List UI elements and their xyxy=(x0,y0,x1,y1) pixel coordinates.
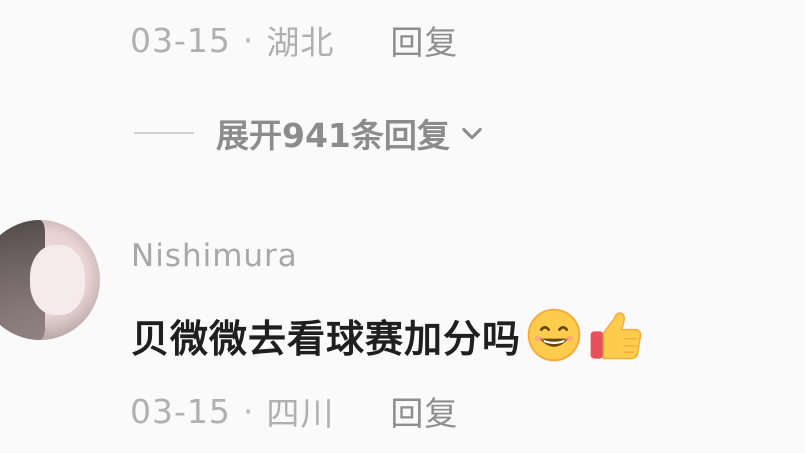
expand-replies-button[interactable]: 展开941条回复 xyxy=(134,108,486,158)
expand-divider-line xyxy=(134,132,194,134)
chevron-down-icon xyxy=(462,127,482,140)
reply-button[interactable]: 回复 xyxy=(390,387,458,435)
reply-meta-row: 03-15 · 湖北 回复 xyxy=(130,15,458,65)
meta-separator: · xyxy=(242,391,255,431)
reply-date: 03-15 xyxy=(130,20,231,60)
grinning-face-icon xyxy=(527,308,581,362)
comment-location: 四川 xyxy=(266,394,335,433)
comment-meta-row: 03-15 · 四川 回复 xyxy=(130,386,458,436)
comment-text: 贝微微去看球赛加分吗 xyxy=(131,316,522,361)
avatar[interactable] xyxy=(0,220,100,340)
comment-username[interactable]: Nishimura xyxy=(131,238,298,274)
comment-body: 贝微微去看球赛加分吗 xyxy=(131,306,645,364)
reply-location: 湖北 xyxy=(266,23,335,62)
thumbs-up-icon xyxy=(590,312,642,360)
avatar-face xyxy=(30,245,85,315)
comment-date: 03-15 xyxy=(130,391,231,431)
expand-replies-label: 展开941条回复 xyxy=(216,116,450,155)
meta-separator: · xyxy=(242,20,255,60)
reply-button[interactable]: 回复 xyxy=(390,16,458,64)
